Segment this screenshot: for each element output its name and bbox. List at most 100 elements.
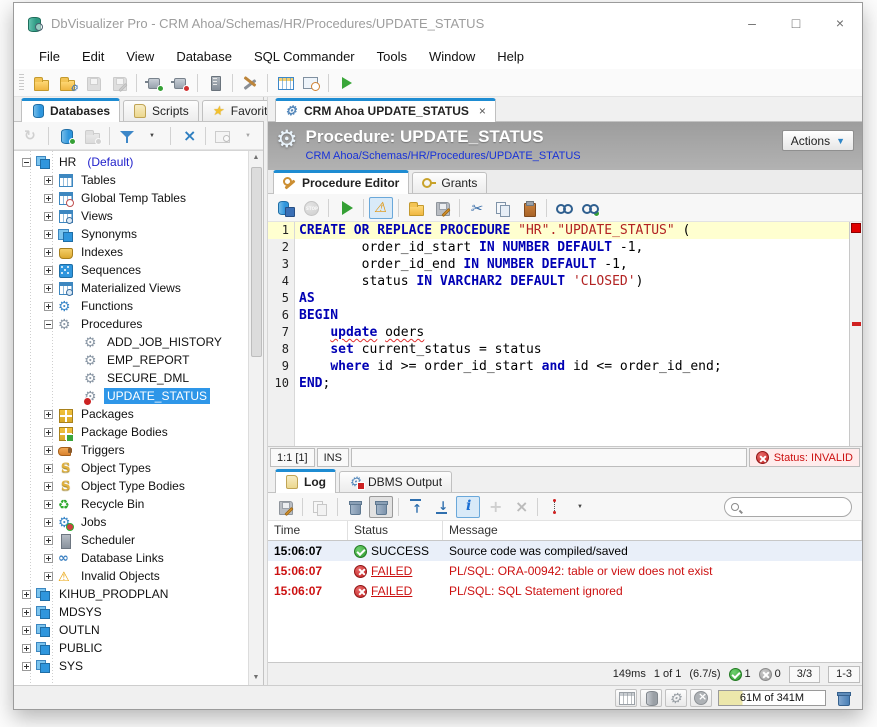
scroll-to-top-icon[interactable] xyxy=(404,496,428,518)
close-button[interactable]: × xyxy=(818,3,862,43)
error-summary-marker[interactable] xyxy=(851,223,861,233)
filter-connections-icon[interactable] xyxy=(115,125,139,147)
expander-plus-icon[interactable] xyxy=(44,176,53,185)
log-column-status[interactable]: Status xyxy=(348,521,443,540)
tab-grants[interactable]: Grants xyxy=(412,172,487,193)
tree-item-object-types[interactable]: Object Types xyxy=(14,459,248,477)
expander-plus-icon[interactable] xyxy=(44,302,53,311)
expander-plus-icon[interactable] xyxy=(44,428,53,437)
filter-menu-icon[interactable] xyxy=(141,125,165,147)
row-divider-icon[interactable] xyxy=(543,496,567,518)
log-column-message[interactable]: Message xyxy=(443,521,862,540)
menu-sql-commander[interactable]: SQL Commander xyxy=(243,46,366,67)
database-server-icon[interactable] xyxy=(203,72,227,94)
tree-item-add-job-history[interactable]: ADD_JOB_HISTORY xyxy=(14,333,248,351)
expander-plus-icon[interactable] xyxy=(44,230,53,239)
expander-plus-icon[interactable] xyxy=(44,284,53,293)
open-file-settings-icon[interactable]: ⚙ xyxy=(55,72,79,94)
error-stripe[interactable] xyxy=(849,222,862,446)
sql-editor[interactable]: 1CREATE OR REPLACE PROCEDURE "HR"."UPDAT… xyxy=(268,222,862,447)
expander-plus-icon[interactable] xyxy=(44,446,53,455)
log-row[interactable]: 15:06:07SUCCESSSource code was compiled/… xyxy=(268,541,862,561)
tree-item-update-status[interactable]: UPDATE_STATUS xyxy=(14,387,248,405)
tree-item-object-type-bodies[interactable]: Object Type Bodies xyxy=(14,477,248,495)
tree-item-database-links[interactable]: Database Links xyxy=(14,549,248,567)
tree-item-hr[interactable]: HR(Default) xyxy=(14,153,248,171)
save-to-file-icon[interactable] xyxy=(430,197,454,219)
tree-item-jobs[interactable]: Jobs xyxy=(14,513,248,531)
tool-properties-icon[interactable] xyxy=(238,72,262,94)
tree-item-kihub-prodplan[interactable]: KIHUB_PRODPLAN xyxy=(14,585,248,603)
expander-plus-icon[interactable] xyxy=(22,590,31,599)
scroll-to-bottom-icon[interactable] xyxy=(430,496,454,518)
collapse-all-icon[interactable] xyxy=(176,125,200,147)
menu-edit[interactable]: Edit xyxy=(71,46,115,67)
copy-icon[interactable] xyxy=(491,197,515,219)
code-area[interactable]: 1CREATE OR REPLACE PROCEDURE "HR"."UPDAT… xyxy=(268,222,862,392)
expander-plus-icon[interactable] xyxy=(44,194,53,203)
paste-icon[interactable] xyxy=(517,197,541,219)
tree-item-tables[interactable]: Tables xyxy=(14,171,248,189)
tree-item-indexes[interactable]: Indexes xyxy=(14,243,248,261)
row-divider-menu-icon[interactable] xyxy=(569,496,593,518)
expander-plus-icon[interactable] xyxy=(22,626,31,635)
open-icon[interactable] xyxy=(404,197,428,219)
tab-databases[interactable]: Databases xyxy=(21,98,120,122)
tab-scripts[interactable]: Scripts xyxy=(123,100,199,121)
tree-item-synonyms[interactable]: Synonyms xyxy=(14,225,248,243)
expander-plus-icon[interactable] xyxy=(44,266,53,275)
add-connection-icon[interactable] xyxy=(54,125,78,147)
code-line[interactable]: 5AS xyxy=(268,290,862,307)
code-line[interactable]: 10END; xyxy=(268,375,862,392)
tree-item-sys[interactable]: SYS xyxy=(14,657,248,675)
menu-help[interactable]: Help xyxy=(486,46,535,67)
connect-icon[interactable] xyxy=(142,72,166,94)
log-search-input[interactable] xyxy=(743,500,845,514)
maximize-button[interactable]: □ xyxy=(774,3,818,43)
scroll-thumb[interactable] xyxy=(251,167,262,357)
code-line[interactable]: 2 order_id_start IN NUMBER DEFAULT -1, xyxy=(268,239,862,256)
table-data-icon[interactable] xyxy=(273,72,297,94)
code-line[interactable]: 8 set current_status = status xyxy=(268,341,862,358)
tree-item-triggers[interactable]: Triggers xyxy=(14,441,248,459)
expander-plus-icon[interactable] xyxy=(44,212,53,221)
object-tab-crm-ahoa-update-status[interactable]: CRM Ahoa UPDATE_STATUS× xyxy=(275,98,496,122)
error-monitor-icon[interactable] xyxy=(690,689,712,707)
toolbar-grip[interactable] xyxy=(19,74,24,92)
tab-dbms-output[interactable]: DBMS Output xyxy=(339,471,452,492)
tree-item-packages[interactable]: Packages xyxy=(14,405,248,423)
menu-window[interactable]: Window xyxy=(418,46,486,67)
actions-button[interactable]: Actions ▼ xyxy=(782,130,854,151)
menu-view[interactable]: View xyxy=(115,46,165,67)
show-details-icon[interactable] xyxy=(456,496,480,518)
grid-monitor-icon[interactable] xyxy=(615,689,637,707)
tree-item-functions[interactable]: Functions xyxy=(14,297,248,315)
tree-item-sequences[interactable]: Sequences xyxy=(14,261,248,279)
expander-plus-icon[interactable] xyxy=(44,410,53,419)
tree-item-outln[interactable]: OUTLN xyxy=(14,621,248,639)
save-procedure-icon[interactable] xyxy=(273,197,297,219)
tree-item-invalid-objects[interactable]: Invalid Objects xyxy=(14,567,248,585)
tree-item-views[interactable]: Views xyxy=(14,207,248,225)
task-monitor-icon[interactable] xyxy=(665,689,687,707)
monitor-icon[interactable] xyxy=(299,72,323,94)
tree-item-public[interactable]: PUBLIC xyxy=(14,639,248,657)
tree-scrollbar[interactable]: ▲ ▼ xyxy=(248,151,263,685)
tree-item-materialized-views[interactable]: Materialized Views xyxy=(14,279,248,297)
close-tab-icon[interactable]: × xyxy=(479,104,486,118)
expander-plus-icon[interactable] xyxy=(44,536,53,545)
show-warnings-icon[interactable] xyxy=(369,197,393,219)
expander-plus-icon[interactable] xyxy=(44,518,53,527)
expander-plus-icon[interactable] xyxy=(22,608,31,617)
menu-file[interactable]: File xyxy=(28,46,71,67)
open-file-icon[interactable] xyxy=(29,72,53,94)
expander-plus-icon[interactable] xyxy=(44,572,53,581)
tree-item-mdsys[interactable]: MDSYS xyxy=(14,603,248,621)
error-line-marker[interactable] xyxy=(852,322,861,326)
code-line[interactable]: 9 where id >= order_id_start and id <= o… xyxy=(268,358,862,375)
expander-minus-icon[interactable] xyxy=(22,158,31,167)
tab-log[interactable]: Log xyxy=(275,469,336,493)
expander-plus-icon[interactable] xyxy=(44,482,53,491)
clear-log-icon[interactable] xyxy=(343,496,367,518)
expander-minus-icon[interactable] xyxy=(44,320,53,329)
